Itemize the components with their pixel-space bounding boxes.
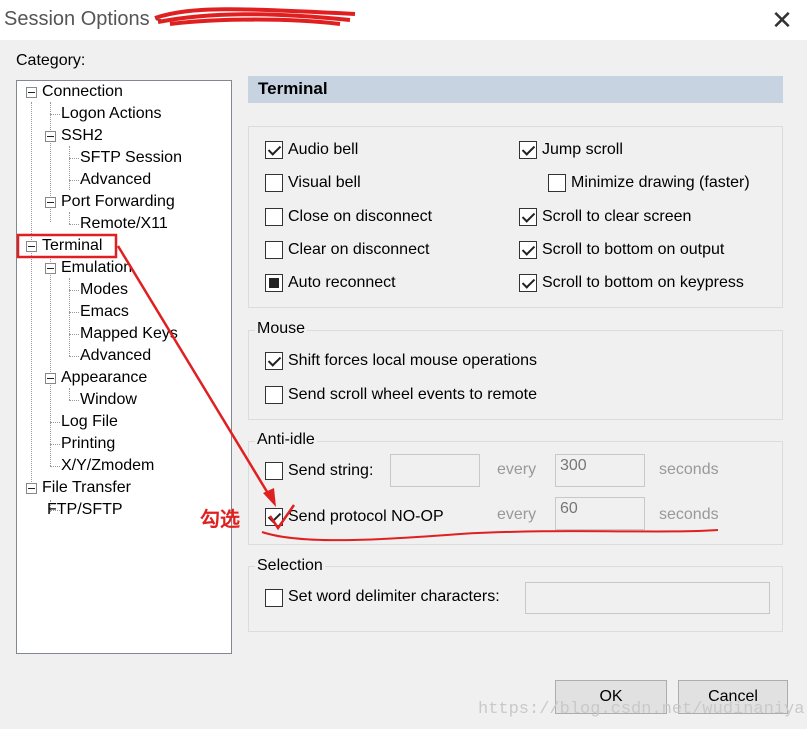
annotation-arrow-line	[116, 245, 274, 501]
terminal-highlight-box	[16, 233, 118, 259]
annotation-text: 勾选	[200, 509, 240, 531]
annotation-checkmark	[268, 504, 296, 531]
watermark: https://blog.csdn.net/wudinaniya	[478, 700, 805, 719]
annotation-arrowhead	[263, 488, 276, 507]
annotation-underline	[261, 529, 719, 542]
annotation-overlay	[16, 233, 719, 542]
